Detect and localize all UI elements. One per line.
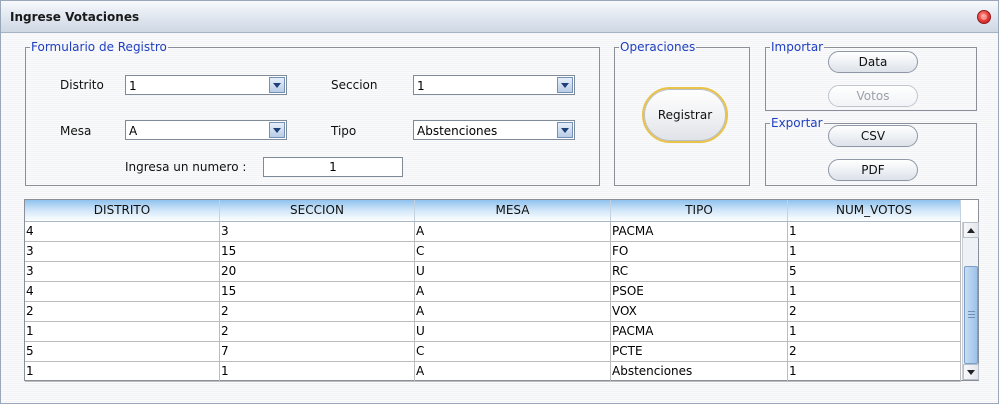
mesa-label: Mesa	[60, 124, 92, 138]
cell-distrito: 2	[25, 302, 220, 321]
cell-num-votos: 2	[788, 302, 961, 321]
chevron-down-icon[interactable]	[557, 122, 573, 138]
scroll-down-icon[interactable]	[963, 364, 979, 380]
seccion-value: 1	[417, 79, 425, 93]
cell-num-votos: 1	[788, 322, 961, 341]
main-window: Ingrese Votaciones Formulario de Registr…	[0, 0, 999, 404]
cell-distrito: 4	[25, 222, 220, 241]
cell-num-votos: 1	[788, 362, 961, 381]
table-scrollbar[interactable]	[962, 222, 979, 380]
votos-table[interactable]: DISTRITO SECCION MESA TIPO NUM_VOTOS 4 3…	[24, 199, 979, 382]
cell-mesa: U	[415, 322, 611, 341]
cell-mesa: C	[415, 342, 611, 361]
mesa-value: A	[129, 124, 138, 138]
tipo-label: Tipo	[331, 124, 357, 138]
pdf-button[interactable]: PDF	[828, 159, 918, 181]
distrito-label: Distrito	[60, 78, 104, 92]
column-header-tipo[interactable]: TIPO	[611, 200, 788, 221]
data-button[interactable]: Data	[828, 51, 918, 73]
cell-tipo: Abstenciones	[611, 362, 788, 381]
cell-num-votos: 5	[788, 262, 961, 281]
cell-distrito: 3	[25, 242, 220, 261]
table-row[interactable]: 2 2 A VOX 2	[25, 302, 961, 322]
exportar-legend: Exportar	[771, 116, 823, 130]
operaciones-legend: Operaciones	[620, 40, 696, 54]
table-header: DISTRITO SECCION MESA TIPO NUM_VOTOS	[25, 200, 961, 222]
cell-distrito: 4	[25, 282, 220, 301]
cell-seccion: 2	[220, 302, 415, 321]
grip-icon	[968, 311, 975, 312]
table-row[interactable]: 1 2 U PACMA 1	[25, 322, 961, 342]
importar-legend: Importar	[771, 40, 824, 54]
mesa-select[interactable]: A	[125, 120, 287, 140]
table-row[interactable]: 5 7 C PCTE 2	[25, 342, 961, 362]
tipo-value: Abstenciones	[417, 124, 498, 138]
cell-mesa: C	[415, 242, 611, 261]
column-header-num-votos[interactable]: NUM_VOTOS	[788, 200, 961, 221]
csv-button[interactable]: CSV	[828, 125, 918, 147]
window-title: Ingrese Votaciones	[10, 10, 140, 24]
cell-mesa: A	[415, 362, 611, 381]
cell-tipo: PSOE	[611, 282, 788, 301]
table-row[interactable]: 1 1 A Abstenciones 1	[25, 362, 961, 382]
cell-mesa: A	[415, 222, 611, 241]
cell-num-votos: 1	[788, 242, 961, 261]
seccion-select[interactable]: 1	[413, 75, 575, 95]
cell-num-votos: 1	[788, 282, 961, 301]
column-header-distrito[interactable]: DISTRITO	[25, 200, 220, 221]
cell-num-votos: 2	[788, 342, 961, 361]
cell-seccion: 20	[220, 262, 415, 281]
column-header-mesa[interactable]: MESA	[415, 200, 611, 221]
cell-seccion: 7	[220, 342, 415, 361]
close-icon[interactable]	[977, 10, 991, 24]
chevron-down-icon[interactable]	[269, 77, 285, 93]
cell-mesa: A	[415, 302, 611, 321]
seccion-label: Seccion	[331, 78, 378, 92]
table-row[interactable]: 3 15 C FO 1	[25, 242, 961, 262]
distrito-value: 1	[129, 79, 137, 93]
title-bar[interactable]: Ingrese Votaciones	[1, 1, 998, 33]
cell-seccion: 15	[220, 242, 415, 261]
cell-tipo: VOX	[611, 302, 788, 321]
formulario-legend: Formulario de Registro	[31, 40, 167, 54]
chevron-down-icon[interactable]	[557, 77, 573, 93]
cell-tipo: FO	[611, 242, 788, 261]
cell-seccion: 2	[220, 322, 415, 341]
scroll-up-icon[interactable]	[963, 222, 979, 238]
registrar-button[interactable]: Registrar	[642, 87, 728, 143]
scroll-thumb[interactable]	[964, 266, 978, 364]
table-row[interactable]: 3 20 U RC 5	[25, 262, 961, 282]
cell-mesa: A	[415, 282, 611, 301]
cell-distrito: 3	[25, 262, 220, 281]
cell-distrito: 5	[25, 342, 220, 361]
numero-input[interactable]: 1	[263, 157, 403, 177]
votos-button[interactable]: Votos	[828, 85, 918, 107]
table-row[interactable]: 4 3 A PACMA 1	[25, 222, 961, 242]
chevron-down-icon[interactable]	[269, 122, 285, 138]
cell-seccion: 15	[220, 282, 415, 301]
tipo-select[interactable]: Abstenciones	[413, 120, 575, 140]
cell-distrito: 1	[25, 362, 220, 381]
cell-tipo: RC	[611, 262, 788, 281]
table-row[interactable]: 4 15 A PSOE 1	[25, 282, 961, 302]
distrito-select[interactable]: 1	[125, 75, 287, 95]
cell-mesa: U	[415, 262, 611, 281]
cell-tipo: PCTE	[611, 342, 788, 361]
cell-tipo: PACMA	[611, 222, 788, 241]
cell-seccion: 1	[220, 362, 415, 381]
cell-tipo: PACMA	[611, 322, 788, 341]
cell-distrito: 1	[25, 322, 220, 341]
cell-seccion: 3	[220, 222, 415, 241]
cell-num-votos: 1	[788, 222, 961, 241]
numero-label: Ingresa un numero :	[125, 160, 247, 174]
column-header-seccion[interactable]: SECCION	[220, 200, 415, 221]
